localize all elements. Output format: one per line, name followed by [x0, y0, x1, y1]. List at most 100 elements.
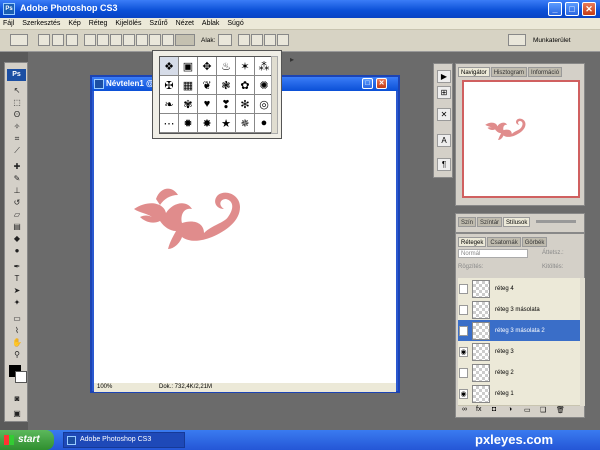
history-palette-icon[interactable]: ▶ [437, 70, 451, 83]
paragraph-palette-icon[interactable]: ¶ [437, 158, 451, 171]
shape-cell[interactable]: ❧ [160, 95, 178, 113]
tab-swatches[interactable]: Színtár [477, 217, 503, 227]
tool-presets-icon[interactable]: ✕ [437, 108, 451, 121]
menu-help[interactable]: Súgó [224, 18, 246, 30]
layer-row[interactable]: réteg 3 másolata 2 [458, 320, 580, 343]
layer-mask-icon[interactable]: ◘ [492, 406, 496, 413]
type-tool-icon[interactable]: T [10, 273, 24, 284]
hand-tool-icon[interactable]: ✋ [10, 337, 24, 348]
eyedropper-icon[interactable]: ⌇ [10, 325, 24, 336]
move-tool-icon[interactable]: ↖ [10, 85, 24, 96]
shape-cell[interactable]: ❦ [198, 76, 216, 94]
marquee-tool-icon[interactable]: ⬚ [10, 97, 24, 108]
layer-row[interactable]: ◉ réteg 1 [458, 383, 580, 406]
rounded-rectangle-icon[interactable] [123, 34, 135, 46]
maximize-button[interactable]: □ [565, 2, 579, 16]
navigator-preview[interactable] [462, 80, 580, 198]
visibility-eye-icon[interactable] [459, 305, 468, 315]
shape-cell[interactable]: ✻ [236, 95, 254, 113]
menu-filter[interactable]: Szűrő [146, 18, 170, 30]
tab-color[interactable]: Szín [458, 217, 477, 227]
tab-paths[interactable]: Görbék [521, 237, 548, 247]
paths-button[interactable] [52, 34, 64, 46]
slice-tool-icon[interactable]: ⟋ [10, 145, 24, 156]
magic-wand-icon[interactable]: ✧ [10, 121, 24, 132]
combine-intersect-icon[interactable] [277, 34, 289, 46]
shape-cell[interactable]: ✵ [236, 114, 254, 132]
combine-new-icon[interactable] [238, 34, 250, 46]
clone-stamp-icon[interactable]: ⊥ [10, 185, 24, 196]
visibility-eye-icon[interactable] [459, 284, 468, 294]
visibility-eye-icon[interactable]: ◉ [459, 389, 468, 399]
lasso-tool-icon[interactable]: ʘ [10, 109, 24, 120]
shape-cell[interactable]: ✥ [198, 57, 216, 75]
shape-cell[interactable]: ✹ [179, 114, 197, 132]
shape-cell[interactable]: ♥ [198, 95, 216, 113]
layer-row[interactable]: réteg 3 másolata [458, 299, 580, 322]
crop-tool-icon[interactable]: ⌗ [10, 133, 24, 144]
line-shape-icon[interactable] [162, 34, 174, 46]
actions-palette-icon[interactable]: ⊞ [437, 86, 451, 99]
character-palette-icon[interactable]: A [437, 134, 451, 147]
start-button[interactable]: start [0, 430, 54, 450]
taskbar-item-photoshop[interactable]: Adobe Photoshop CS3 [63, 432, 185, 448]
picker-menu-arrow-icon[interactable]: ▸ [290, 55, 294, 64]
menu-image[interactable]: Kép [65, 18, 83, 30]
blur-tool-icon[interactable]: ◆ [10, 233, 24, 244]
new-group-icon[interactable]: ▭ [524, 406, 531, 414]
layer-row[interactable]: réteg 4 [458, 278, 580, 301]
shape-cell[interactable]: ❃ [217, 76, 235, 94]
zoom-tool-icon[interactable]: ⚲ [10, 349, 24, 360]
document-size-info[interactable]: Dok.: 732,4K/2,21M [159, 383, 212, 392]
menu-file[interactable]: Fájl [0, 18, 17, 30]
adjustment-layer-icon[interactable]: ◑ [508, 406, 512, 413]
shape-layers-button[interactable] [38, 34, 50, 46]
menu-view[interactable]: Nézet [173, 18, 197, 30]
shape-cell[interactable]: ⋯ [160, 114, 178, 132]
workspace-icon[interactable] [508, 34, 526, 46]
gradient-tool-icon[interactable]: ▤ [10, 221, 24, 232]
healing-brush-icon[interactable]: ✚ [10, 161, 24, 172]
combine-add-icon[interactable] [251, 34, 263, 46]
menu-select[interactable]: Kijelölés [112, 18, 144, 30]
shape-cell[interactable]: ✶ [236, 57, 254, 75]
layer-row[interactable]: ◉ réteg 3 [458, 341, 580, 364]
notes-tool-icon[interactable]: ▭ [10, 313, 24, 324]
menu-window[interactable]: Ablak [199, 18, 223, 30]
polygon-shape-icon[interactable] [149, 34, 161, 46]
layer-style-icon[interactable]: fx [476, 406, 481, 413]
shape-cell[interactable]: ♨ [217, 57, 235, 75]
doc-close-button[interactable]: ✕ [376, 78, 387, 89]
zoom-level[interactable]: 100% [97, 383, 112, 392]
shape-cell[interactable]: ✸ [198, 114, 216, 132]
combine-subtract-icon[interactable] [264, 34, 276, 46]
doc-maximize-button[interactable]: □ [362, 78, 373, 89]
tab-layers[interactable]: Rétegek [458, 237, 487, 247]
tool-preset-picker[interactable] [10, 34, 28, 46]
menu-edit[interactable]: Szerkesztés [19, 18, 63, 30]
freeform-pen-icon[interactable] [97, 34, 109, 46]
background-color-swatch[interactable] [15, 371, 27, 383]
close-button[interactable]: ✕ [582, 2, 596, 16]
tab-styles[interactable]: Stílusok [503, 217, 531, 227]
rectangle-shape-icon[interactable] [110, 34, 122, 46]
ellipse-shape-icon[interactable] [136, 34, 148, 46]
delete-layer-icon[interactable]: 🗑 [556, 406, 565, 414]
screen-mode-icon[interactable]: ▣ [10, 408, 24, 419]
pen-tool-icon[interactable]: ✒ [10, 261, 24, 272]
shape-cell[interactable]: ✠ [160, 76, 178, 94]
brush-tool-icon[interactable]: ✎ [10, 173, 24, 184]
shape-cell[interactable]: ▦ [179, 76, 197, 94]
custom-shape-button[interactable] [175, 34, 195, 46]
custom-shape-tool-icon[interactable]: ✦ [10, 297, 24, 308]
picker-scrollbar[interactable] [271, 56, 278, 134]
panel-slider[interactable] [536, 220, 576, 223]
visibility-eye-icon[interactable] [459, 368, 468, 378]
shape-cell[interactable]: ❣ [217, 95, 235, 113]
eraser-tool-icon[interactable]: ▱ [10, 209, 24, 220]
visibility-eye-icon[interactable]: ◉ [459, 347, 468, 357]
pen-tool-icon[interactable] [84, 34, 96, 46]
shape-cell[interactable]: ❖ [160, 57, 178, 75]
minimize-button[interactable]: _ [548, 2, 562, 16]
history-brush-icon[interactable]: ↺ [10, 197, 24, 208]
